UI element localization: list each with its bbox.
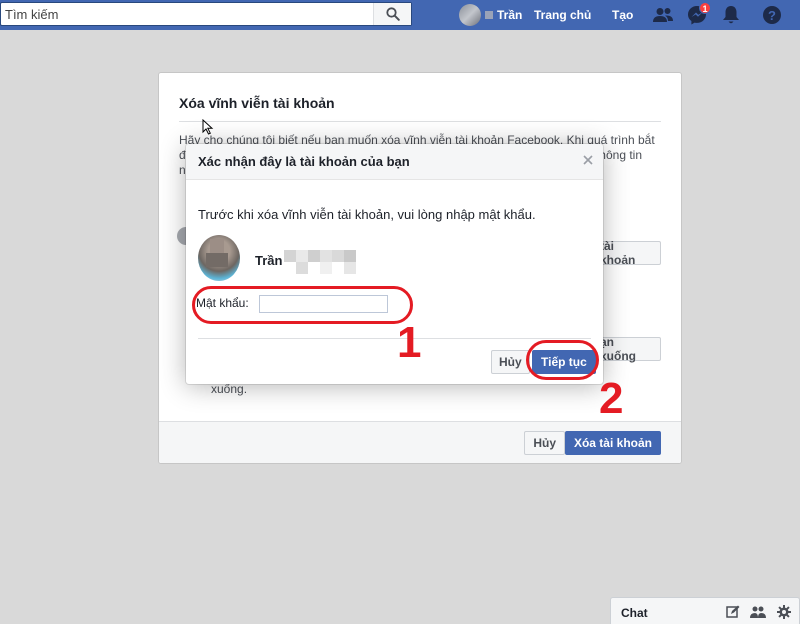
messenger-button[interactable]: 1: [686, 2, 711, 25]
divider: [198, 338, 591, 339]
dialog-footer: Hủy Xóa tài khoản: [159, 421, 681, 463]
svg-text:?: ?: [768, 8, 776, 23]
group-icon: [750, 606, 766, 618]
step-1-annotation: 1: [397, 318, 422, 367]
divider: [179, 121, 661, 122]
search-icon: [385, 7, 400, 21]
download-text: xuống.: [211, 382, 248, 396]
top-navigation-bar: Trần Trang chủ Tạo 1 ?: [0, 0, 800, 30]
help-icon: ?: [763, 6, 781, 24]
nav-home-link[interactable]: Trang chủ: [534, 8, 591, 22]
delete-account-button[interactable]: Xóa tài khoản: [564, 431, 661, 455]
modal-description: Trước khi xóa vĩnh viễn tài khoản, vui l…: [198, 207, 536, 222]
profile-link[interactable]: Trần: [459, 4, 522, 26]
cancel-button[interactable]: Hủy: [524, 431, 565, 455]
new-group-button[interactable]: [750, 604, 766, 620]
mouse-cursor-icon: [202, 119, 214, 135]
password-highlight-annotation: [192, 286, 413, 324]
avatar: [459, 4, 481, 26]
dialog-title: Xóa vĩnh viễn tài khoản: [179, 95, 335, 111]
search-box: [0, 2, 412, 26]
search-input[interactable]: [1, 3, 373, 25]
friend-requests-button[interactable]: [652, 5, 674, 25]
chat-bar[interactable]: Chat: [610, 597, 800, 624]
close-button[interactable]: [583, 153, 593, 169]
nav-create-link[interactable]: Tạo: [612, 8, 633, 22]
continue-highlight-annotation: [526, 340, 599, 380]
modal-title: Xác nhận đây là tài khoản của bạn: [198, 154, 410, 169]
notifications-button[interactable]: [720, 5, 742, 25]
help-button[interactable]: ?: [761, 5, 783, 25]
avatar: [198, 235, 240, 281]
messenger-badge: 1: [699, 2, 711, 14]
search-button[interactable]: [373, 3, 411, 25]
friends-icon: [653, 8, 673, 22]
chat-label: Chat: [621, 606, 648, 620]
close-icon: [583, 155, 593, 165]
gear-icon: [777, 605, 791, 619]
notifications-icon: [723, 6, 739, 24]
step-2-annotation: 2: [599, 374, 624, 423]
profile-name: Trần: [497, 8, 523, 22]
chat-settings-button[interactable]: [776, 604, 792, 620]
account-username: Trần: [255, 253, 283, 268]
blurred-name-block: [485, 11, 493, 19]
modal-header: Xác nhận đây là tài khoản của bạn: [186, 144, 603, 180]
new-message-button[interactable]: [725, 604, 741, 620]
cancel-button[interactable]: Hủy: [491, 350, 530, 374]
compose-icon: [726, 605, 740, 618]
